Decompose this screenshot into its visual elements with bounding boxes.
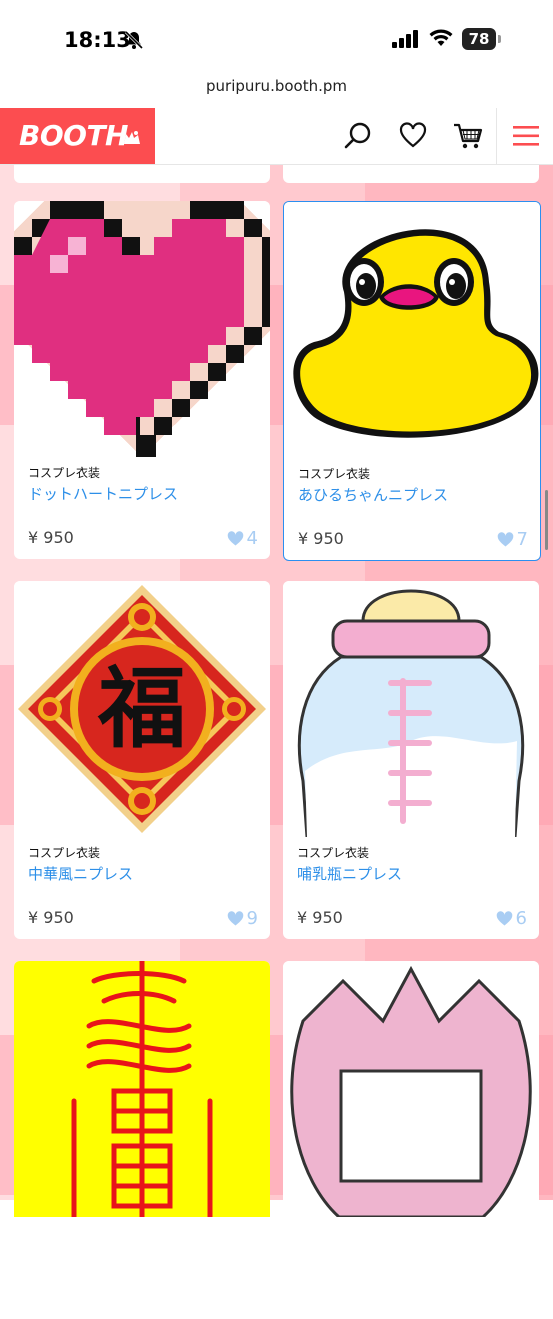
product-image-pink-crown[interactable] bbox=[283, 961, 539, 1217]
wifi-icon bbox=[428, 28, 454, 52]
like-button[interactable]: 6 bbox=[496, 908, 527, 929]
cart-icon[interactable] bbox=[452, 120, 484, 156]
cellular-signal-icon bbox=[392, 30, 420, 52]
product-price: ¥ 950 bbox=[28, 908, 74, 927]
product-card[interactable]: 福 コスプレ衣装 中華風ニプレス ¥ 950 9 bbox=[14, 581, 270, 939]
like-button[interactable]: 9 bbox=[227, 908, 258, 929]
product-price: ¥ 950 bbox=[298, 529, 344, 548]
product-category: コスプレ衣装 bbox=[298, 467, 371, 481]
heart-icon[interactable] bbox=[398, 120, 428, 154]
like-count: 6 bbox=[515, 908, 527, 929]
page-scrollbar[interactable] bbox=[545, 490, 548, 550]
like-button[interactable]: 4 bbox=[227, 528, 258, 549]
status-bar: 18:13 78 puripuru.booth.pm bbox=[0, 0, 553, 95]
product-image-talisman[interactable] bbox=[14, 961, 270, 1217]
product-category: コスプレ衣装 bbox=[28, 466, 101, 480]
product-image-baby-bottle[interactable] bbox=[283, 581, 539, 837]
heart-icon bbox=[497, 532, 513, 547]
product-title[interactable]: 中華風ニプレス bbox=[28, 863, 133, 884]
product-card[interactable]: コスプレ衣装 哺乳瓶ニプレス ¥ 950 6 bbox=[283, 581, 539, 939]
product-image-yellow-duck[interactable] bbox=[284, 202, 540, 458]
hamburger-menu-icon bbox=[513, 125, 539, 151]
product-category: コスプレ衣装 bbox=[297, 846, 370, 860]
product-price: ¥ 950 bbox=[28, 528, 74, 547]
browser-url[interactable]: puripuru.booth.pm bbox=[0, 77, 553, 95]
like-count: 9 bbox=[246, 908, 258, 929]
heart-icon bbox=[227, 911, 243, 926]
product-card[interactable]: コスプレ衣装 ドットハートニプレス ¥ 950 4 bbox=[14, 201, 270, 559]
product-card[interactable] bbox=[283, 961, 539, 1319]
product-title[interactable]: あひるちゃんニプレス bbox=[298, 484, 448, 505]
logo-text: BOOTH bbox=[19, 119, 128, 152]
product-card[interactable]: コスプレ衣装 あひるちゃんニプレス ¥ 950 7 bbox=[283, 201, 541, 561]
search-icon[interactable] bbox=[342, 120, 374, 156]
like-button[interactable]: 7 bbox=[497, 529, 528, 550]
booth-logo[interactable]: BOOTH bbox=[0, 108, 155, 164]
product-image-pixel-heart[interactable] bbox=[14, 201, 270, 457]
menu-button[interactable] bbox=[496, 108, 553, 164]
fu-glyph: 福 bbox=[97, 656, 186, 760]
product-title[interactable]: 哺乳瓶ニプレス bbox=[297, 863, 402, 884]
heart-icon bbox=[227, 531, 243, 546]
heart-icon bbox=[496, 911, 512, 926]
site-header: BOOTH bbox=[0, 108, 553, 165]
status-time: 18:13 bbox=[64, 28, 131, 52]
bell-muted-icon bbox=[124, 30, 144, 54]
booth-bird-icon bbox=[122, 130, 142, 150]
product-category: コスプレ衣装 bbox=[28, 846, 101, 860]
product-price: ¥ 950 bbox=[297, 908, 343, 927]
like-count: 4 bbox=[246, 528, 258, 549]
product-title[interactable]: ドットハートニプレス bbox=[28, 483, 178, 504]
battery-icon bbox=[498, 35, 501, 43]
like-count: 7 bbox=[516, 529, 528, 550]
product-image-fu-charm[interactable]: 福 bbox=[14, 581, 270, 837]
previous-card-bottom bbox=[283, 165, 539, 183]
previous-card-bottom bbox=[14, 165, 270, 183]
battery-level: 78 bbox=[462, 28, 496, 50]
product-card[interactable] bbox=[14, 961, 270, 1319]
